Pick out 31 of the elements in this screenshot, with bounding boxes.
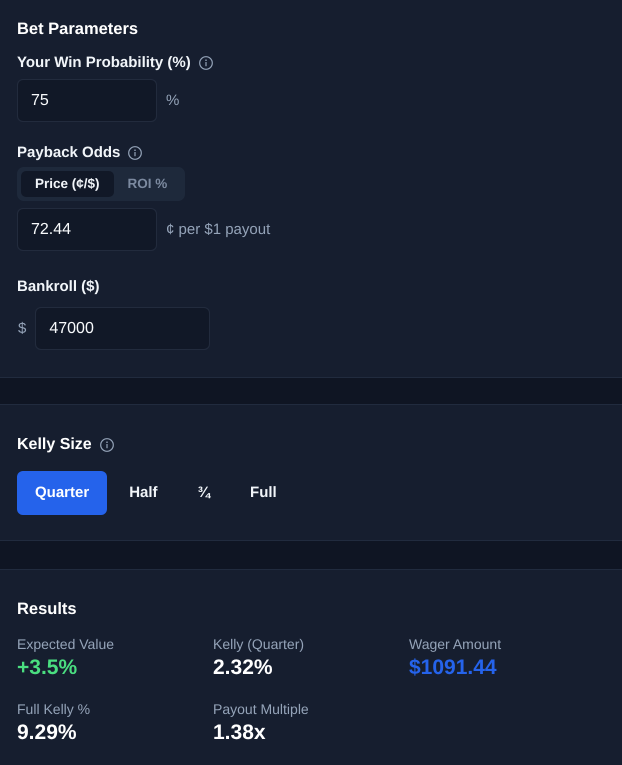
unit-label: % [166,90,180,110]
metric-value: $1091.44 [409,655,497,680]
kelly-fraction-button[interactable]: ¾ [180,471,228,515]
info-icon[interactable] [198,56,213,70]
metric-value: 1.38x [213,720,266,745]
field-label: Your Win Probability (%) [17,53,191,73]
odds-format-option[interactable]: ROI % [114,171,182,197]
win-probability-input[interactable]: 75 [17,79,157,122]
kelly-fraction-button[interactable]: Full [232,471,295,515]
currency-label: $ [18,318,26,338]
section-title: Results [17,599,77,619]
odds-input[interactable]: 72.44 [17,208,157,251]
metric-value: 2.32% [213,655,273,680]
kelly-fraction-button[interactable]: Half [111,471,176,515]
metric-value: +3.5% [17,655,78,680]
odds-format-option[interactable]: Price (¢/$) [21,171,114,197]
section-title: Bet Parameters [17,19,138,39]
metric-label: Full Kelly % [17,701,90,717]
metric-value: 9.29% [17,720,77,745]
field-label: Payback Odds [17,143,120,163]
metric-label: Kelly (Quarter) [213,636,304,652]
info-icon[interactable] [100,438,114,452]
kelly-fraction-button[interactable]: Quarter [17,471,108,515]
metric-label: Expected Value [17,636,114,652]
metric-label: Payout Multiple [213,701,309,717]
section-title: Kelly Size [17,435,92,455]
bankroll-input[interactable]: 47000 [35,307,210,350]
info-icon[interactable] [128,146,142,160]
unit-label: ¢ per $1 payout [166,220,270,240]
field-label: Bankroll ($) [17,277,100,297]
metric-label: Wager Amount [409,636,502,652]
